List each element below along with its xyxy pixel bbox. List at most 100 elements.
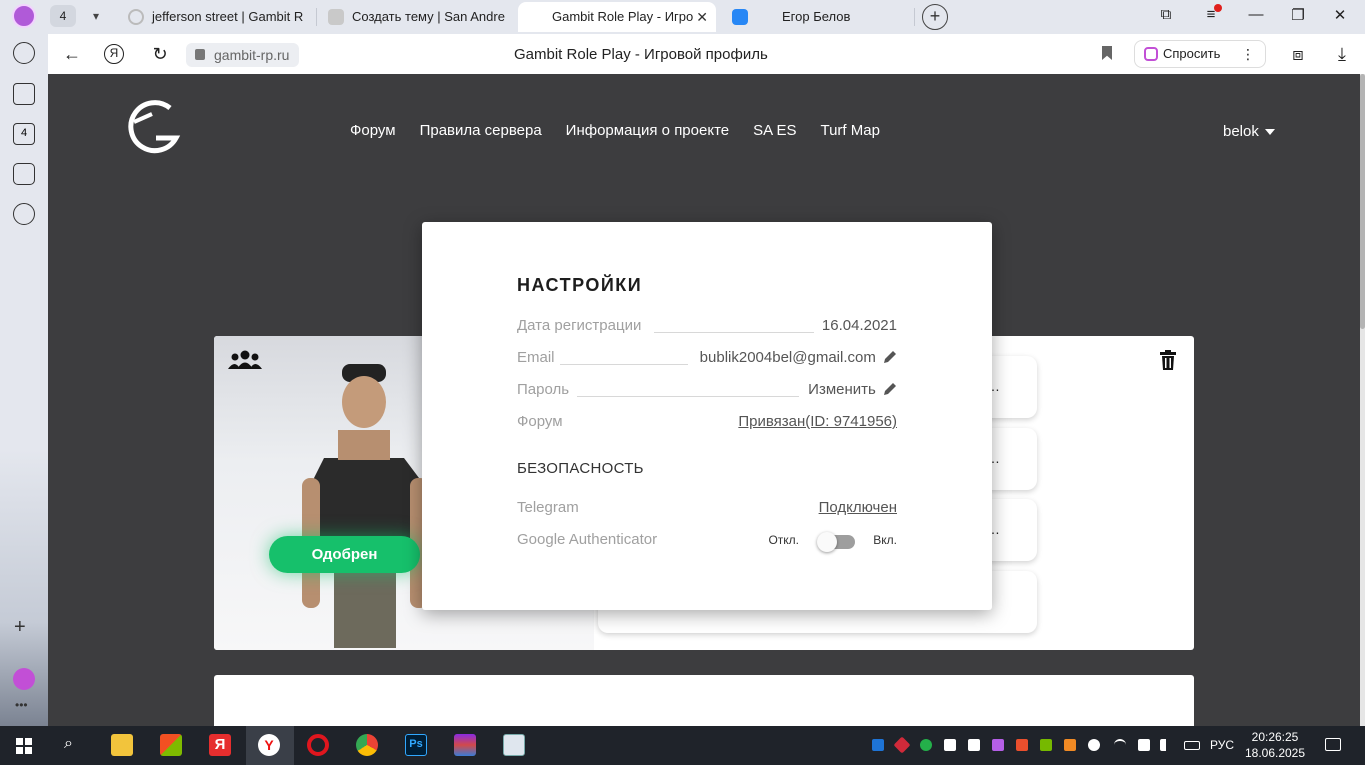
notification-dot [1214,4,1222,12]
edit-email-icon[interactable] [884,350,897,363]
reload-icon[interactable]: ↻ [148,42,172,66]
settings-title: НАСТРОЙКИ [517,275,643,295]
nav-project-info[interactable]: Информация о проекте [566,122,729,139]
ask-button[interactable]: Спросить ⋮ [1134,40,1266,68]
google-auth-toggle[interactable] [817,532,855,552]
group-icon [228,350,262,369]
more-options-icon[interactable]: ⋮ [1241,41,1255,67]
history-icon[interactable] [13,42,35,64]
yandex-app-icon[interactable]: Я [209,734,231,756]
downloads-icon[interactable]: ⤓ [1330,42,1354,66]
pen-tray-icon[interactable] [992,739,1004,751]
tab-create-topic[interactable]: Создать тему | San Andre [318,2,514,32]
alice-assistant-icon[interactable] [13,668,35,690]
user-menu[interactable]: belok [1223,123,1275,140]
clock[interactable]: 20:26:25 18.06.2025 [1244,729,1306,761]
yandex-browser-icon[interactable]: Y [258,734,280,756]
email-value: bublik2004bel@gmail.com [699,349,876,366]
gambit-favicon-icon [128,9,144,25]
clock-time: 20:26:25 [1251,730,1299,744]
tab-vk-profile[interactable]: Егор Белов [722,2,914,32]
volume-icon[interactable] [1160,739,1172,751]
row-divider [560,364,688,365]
yandex-tray-icon[interactable] [1088,739,1100,751]
back-icon[interactable]: ← [60,42,84,66]
mic-icon[interactable] [1138,739,1150,751]
search-icon[interactable]: ⌕ [64,735,73,753]
restore-icon[interactable]: ❐ [1287,6,1309,24]
row-divider [577,396,799,397]
wifi-icon[interactable] [1114,739,1126,751]
close-tab-icon[interactable]: ✕ [696,2,708,32]
minimize-icon[interactable]: — [1245,6,1267,23]
language-indicator[interactable]: РУС [1210,738,1234,752]
registration-label: Дата регистрации [517,317,642,334]
brave-icon[interactable] [1016,739,1028,751]
password-row: Пароль Изменить [517,381,897,403]
toggle-knob[interactable] [817,532,837,552]
add-panel-icon[interactable]: + [14,616,26,639]
battery-icon[interactable] [1184,741,1200,750]
chrome-icon[interactable] [356,734,378,756]
address-bar: ← Я ↻ gambit-rp.ru Gambit Role Play - Иг… [48,34,1365,74]
tab-label: jefferson street | Gambit R [152,9,304,24]
tab-gambit-profile[interactable]: Gambit Role Play - Игро ✕ [518,2,716,32]
alice-icon [1144,47,1158,61]
tab-jefferson-street[interactable]: jefferson street | Gambit R [118,2,314,32]
tab-divider [316,8,317,26]
approved-button[interactable]: Одобрен [269,536,420,573]
yandex-logo-icon[interactable]: Я [104,44,124,64]
tab-count-badge[interactable]: 4 [50,5,76,27]
menu-icon[interactable]: ≡ [1200,4,1222,23]
screenshot-icon[interactable] [13,163,35,185]
page-scrollbar[interactable] [1360,74,1365,726]
change-password-link[interactable]: Изменить [808,381,897,398]
file-explorer-icon[interactable] [111,734,133,756]
browser-tab-strip: 4 ▾ jefferson street | Gambit R Создать … [0,0,1365,34]
forum-linked-link[interactable]: Привязан(ID: 9741956) [738,413,897,430]
download-manager-icon[interactable] [920,739,932,751]
nav-turf-map[interactable]: Turf Map [820,122,879,139]
nvidia-icon[interactable] [1040,739,1052,751]
scrollbar-thumb[interactable] [1360,74,1365,329]
tabs-panel-icon[interactable]: 4 [13,123,35,145]
edit-password-icon[interactable] [884,382,897,395]
reader-icon[interactable]: ⧈ [1286,42,1310,66]
google-auth-label: Google Authenticator [517,531,658,548]
nav-forum[interactable]: Форум [350,122,396,139]
sync-icon[interactable] [944,739,956,751]
nav-server-rules[interactable]: Правила сервера [420,122,542,139]
gambit-logo-icon[interactable] [126,100,184,156]
vk-favicon-icon [732,9,748,25]
windows-start-icon[interactable] [16,738,32,754]
store-icon[interactable] [160,734,182,756]
collections-icon[interactable]: ⧉ [1155,6,1177,23]
opera-icon[interactable] [307,734,329,756]
notifications-icon[interactable] [1325,738,1341,751]
forum-row: Форум Привязан(ID: 9741956) [517,413,897,435]
lock-tray-icon[interactable] [968,739,980,751]
trash-icon[interactable] [1160,350,1176,370]
close-window-icon[interactable]: ✕ [1329,6,1351,24]
more-icon[interactable]: ••• [15,698,28,712]
calculator-icon[interactable] [503,734,525,756]
app-tray-icon[interactable] [1064,739,1076,751]
winrar-icon[interactable] [454,734,476,756]
video-player-icon[interactable] [13,203,35,225]
tabs-dropdown-icon[interactable]: ▾ [84,5,108,27]
telegram-label: Telegram [517,499,579,516]
toggle-off-label: Откл. [768,533,799,547]
new-tab-button[interactable]: + [922,4,948,30]
tab-divider [914,8,915,26]
tab-label: Gambit Role Play - Игро [552,9,694,24]
photoshop-icon[interactable]: Ps [405,734,427,756]
security-alert-icon[interactable] [893,736,911,754]
nav-sa-es[interactable]: SA ES [753,122,796,139]
bluetooth-icon[interactable] [872,739,884,751]
profile-card-secondary [214,675,1194,726]
collections-panel-icon[interactable] [13,83,35,105]
telegram-connected-link[interactable]: Подключен [819,499,897,516]
forum-favicon-icon [328,9,344,25]
browser-profile-icon[interactable] [12,4,36,28]
registration-value: 16.04.2021 [821,317,897,334]
